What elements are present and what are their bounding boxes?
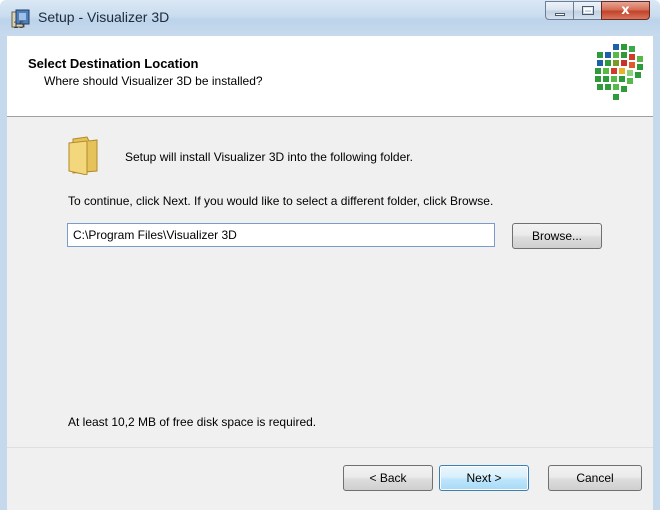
setup-app-icon: 15: [11, 9, 30, 29]
intro-text: Setup will install Visualizer 3D into th…: [125, 150, 413, 164]
instructions-text: To continue, click Next. If you would li…: [68, 194, 494, 208]
maximize-button[interactable]: [573, 1, 602, 20]
footer-divider: [7, 447, 653, 448]
destination-path-input[interactable]: [67, 223, 495, 247]
window-title: Setup - Visualizer 3D: [38, 9, 170, 25]
folder-icon: [68, 136, 98, 175]
title-bar[interactable]: 15 Setup - Visualizer 3D x: [0, 0, 660, 36]
wizard-header: Select Destination Location Where should…: [7, 36, 653, 117]
minimize-button[interactable]: [545, 1, 574, 20]
setup-window: 15 Setup - Visualizer 3D x Select Destin…: [0, 0, 660, 510]
maximize-icon: [582, 6, 594, 15]
svg-text:15: 15: [13, 21, 24, 29]
page-subtitle: Where should Visualizer 3D be installed?: [44, 74, 263, 88]
cancel-button[interactable]: Cancel: [548, 465, 642, 491]
back-button[interactable]: < Back: [343, 465, 433, 491]
minimize-icon: [555, 13, 565, 16]
browse-button[interactable]: Browse...: [512, 223, 602, 249]
close-icon: x: [621, 3, 630, 18]
close-button[interactable]: x: [601, 1, 650, 20]
page-title: Select Destination Location: [28, 56, 199, 71]
next-button[interactable]: Next >: [439, 465, 529, 491]
visualizer-logo-icon: [595, 44, 643, 100]
wizard-content: Setup will install Visualizer 3D into th…: [7, 117, 653, 447]
disk-space-text: At least 10,2 MB of free disk space is r…: [68, 415, 317, 429]
caption-buttons: x: [545, 1, 650, 23]
